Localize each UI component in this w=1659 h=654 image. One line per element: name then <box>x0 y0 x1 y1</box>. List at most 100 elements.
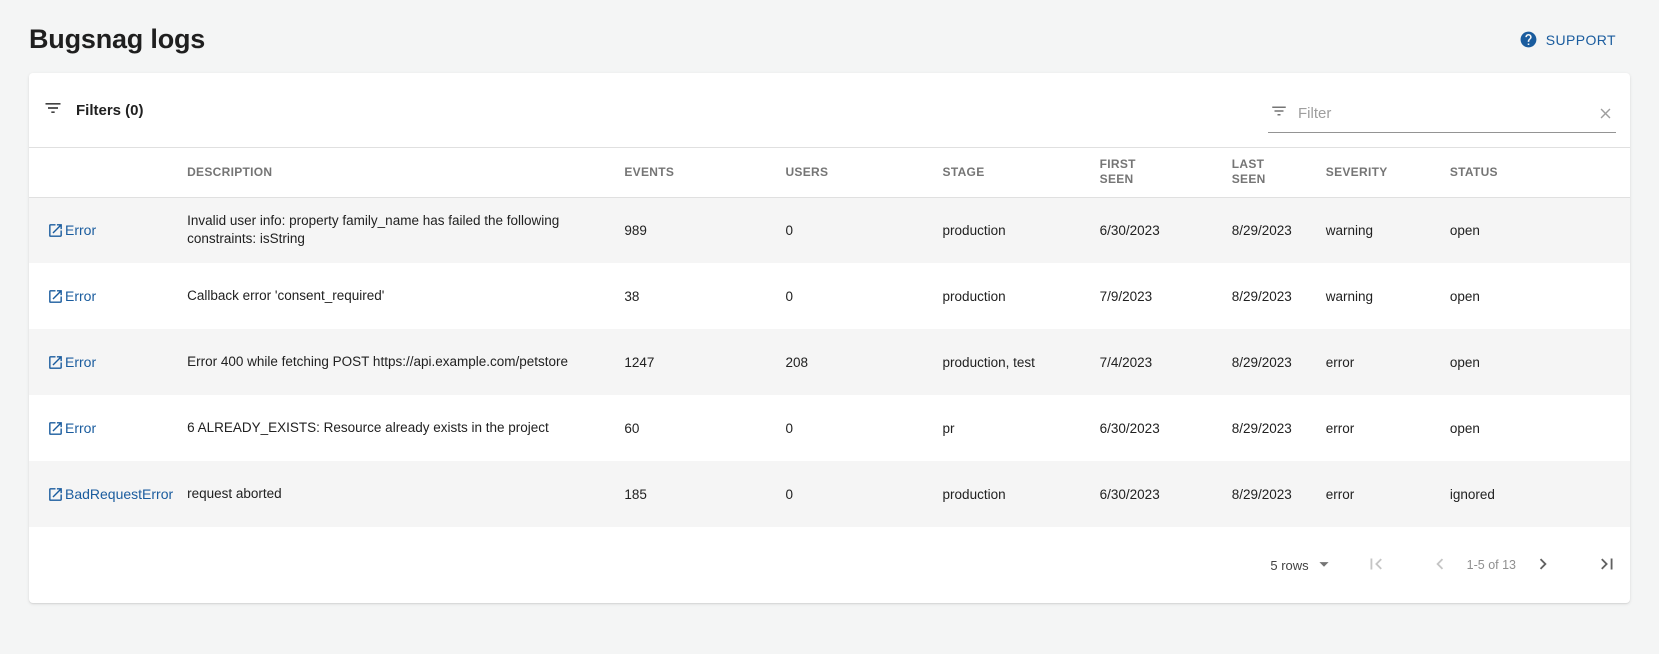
col-header-stage: STAGE <box>943 148 1100 197</box>
last-page-icon <box>1596 553 1618 578</box>
open-in-new-icon <box>47 420 64 437</box>
error-link[interactable]: Error <box>47 288 96 304</box>
stage-cell: production <box>943 461 1100 527</box>
support-link[interactable]: SUPPORT <box>1519 30 1616 49</box>
chevron-right-icon <box>1532 553 1554 578</box>
error-link[interactable]: Error <box>47 222 96 238</box>
error-link-label: Error <box>65 288 96 304</box>
severity-cell: error <box>1326 461 1450 527</box>
first-seen-cell: 6/30/2023 <box>1100 395 1232 461</box>
first-seen-cell: 6/30/2023 <box>1100 461 1232 527</box>
error-link[interactable]: Error <box>47 420 96 436</box>
table-head: DESCRIPTION EVENTS USERS STAGE FIRST SEE… <box>29 148 1630 197</box>
events-cell: 185 <box>624 461 785 527</box>
error-name-cell: Error <box>29 197 187 263</box>
events-cell: 989 <box>624 197 785 263</box>
description-cell: request aborted <box>187 461 624 527</box>
open-in-new-icon <box>47 222 64 239</box>
table-row: BadRequestError request aborted 185 0 pr… <box>29 461 1630 527</box>
col-header-first-seen: FIRST SEEN <box>1100 148 1232 197</box>
stage-cell: production <box>943 263 1100 329</box>
next-page-button[interactable] <box>1532 553 1554 578</box>
first-page-icon <box>1365 553 1387 578</box>
status-cell: open <box>1450 329 1630 395</box>
rows-per-page-select[interactable]: 5 rows <box>1270 553 1334 578</box>
description-cell: Callback error 'consent_required' <box>187 263 624 329</box>
error-name-cell: Error <box>29 395 187 461</box>
col-header-status: STATUS <box>1450 148 1630 197</box>
stage-cell: production, test <box>943 329 1100 395</box>
users-cell: 208 <box>785 329 942 395</box>
col-header-name <box>29 148 187 197</box>
events-cell: 60 <box>624 395 785 461</box>
header-bar: Bugsnag logs SUPPORT <box>29 0 1630 73</box>
filters-toggle[interactable]: Filters (0) <box>43 98 144 123</box>
error-link[interactable]: BadRequestError <box>47 486 173 502</box>
users-cell: 0 <box>785 395 942 461</box>
events-cell: 1247 <box>624 329 785 395</box>
last-seen-cell: 8/29/2023 <box>1232 197 1326 263</box>
stage-cell: production <box>943 197 1100 263</box>
card-header: Filters (0) <box>29 73 1630 148</box>
stage-cell: pr <box>943 395 1100 461</box>
help-icon <box>1519 30 1538 49</box>
header-row: DESCRIPTION EVENTS USERS STAGE FIRST SEE… <box>29 148 1630 197</box>
error-link-label: Error <box>65 222 96 238</box>
clear-filter-icon[interactable] <box>1597 105 1614 122</box>
open-in-new-icon <box>47 354 64 371</box>
logs-table: DESCRIPTION EVENTS USERS STAGE FIRST SEE… <box>29 148 1630 527</box>
events-cell: 38 <box>624 263 785 329</box>
support-label: SUPPORT <box>1546 32 1616 48</box>
severity-cell: error <box>1326 395 1450 461</box>
error-link-label: BadRequestError <box>65 486 173 502</box>
last-page-button[interactable] <box>1596 553 1618 578</box>
last-seen-cell: 8/29/2023 <box>1232 395 1326 461</box>
first-page-button[interactable] <box>1365 553 1387 578</box>
description-cell: Error 400 while fetching POST https://ap… <box>187 329 624 395</box>
logs-card: Filters (0) DESCRIPTIO <box>29 73 1630 603</box>
description-cell: Invalid user info: property family_name … <box>187 197 624 263</box>
page-title: Bugsnag logs <box>29 24 205 55</box>
status-cell: ignored <box>1450 461 1630 527</box>
col-header-last-seen: LAST SEEN <box>1232 148 1326 197</box>
open-in-new-icon <box>47 486 64 503</box>
table-row: Error Error 400 while fetching POST http… <box>29 329 1630 395</box>
col-header-description: DESCRIPTION <box>187 148 624 197</box>
open-in-new-icon <box>47 288 64 305</box>
status-cell: open <box>1450 263 1630 329</box>
table-row: Error 6 ALREADY_EXISTS: Resource already… <box>29 395 1630 461</box>
chevron-left-icon <box>1429 553 1451 578</box>
table-row: Error Invalid user info: property family… <box>29 197 1630 263</box>
pagination-bar: 5 rows 1-5 of 13 <box>29 527 1630 603</box>
previous-page-button[interactable] <box>1429 553 1451 578</box>
filter-list-icon <box>43 98 63 123</box>
error-name-cell: BadRequestError <box>29 461 187 527</box>
status-cell: open <box>1450 197 1630 263</box>
error-link-label: Error <box>65 420 96 436</box>
error-link-label: Error <box>65 354 96 370</box>
log-table-body: Error Invalid user info: property family… <box>29 197 1630 527</box>
filters-label: Filters (0) <box>76 102 144 119</box>
error-link[interactable]: Error <box>47 354 96 370</box>
first-seen-cell: 7/4/2023 <box>1100 329 1232 395</box>
error-name-cell: Error <box>29 263 187 329</box>
status-cell: open <box>1450 395 1630 461</box>
col-header-events: EVENTS <box>624 148 785 197</box>
description-cell: 6 ALREADY_EXISTS: Resource already exist… <box>187 395 624 461</box>
filter-input[interactable] <box>1298 105 1587 122</box>
filter-box <box>1268 98 1616 133</box>
severity-cell: warning <box>1326 263 1450 329</box>
severity-cell: error <box>1326 329 1450 395</box>
chevron-down-icon <box>1313 553 1335 578</box>
pagination-range: 1-5 of 13 <box>1467 558 1516 572</box>
last-seen-cell: 8/29/2023 <box>1232 461 1326 527</box>
first-seen-cell: 7/9/2023 <box>1100 263 1232 329</box>
page: Bugsnag logs SUPPORT Filters (0) <box>0 0 1659 603</box>
error-name-cell: Error <box>29 329 187 395</box>
rows-per-page-label: 5 rows <box>1270 558 1308 573</box>
last-seen-cell: 8/29/2023 <box>1232 263 1326 329</box>
filter-input-icon <box>1270 102 1288 125</box>
users-cell: 0 <box>785 197 942 263</box>
col-header-severity: SEVERITY <box>1326 148 1450 197</box>
last-seen-cell: 8/29/2023 <box>1232 329 1326 395</box>
